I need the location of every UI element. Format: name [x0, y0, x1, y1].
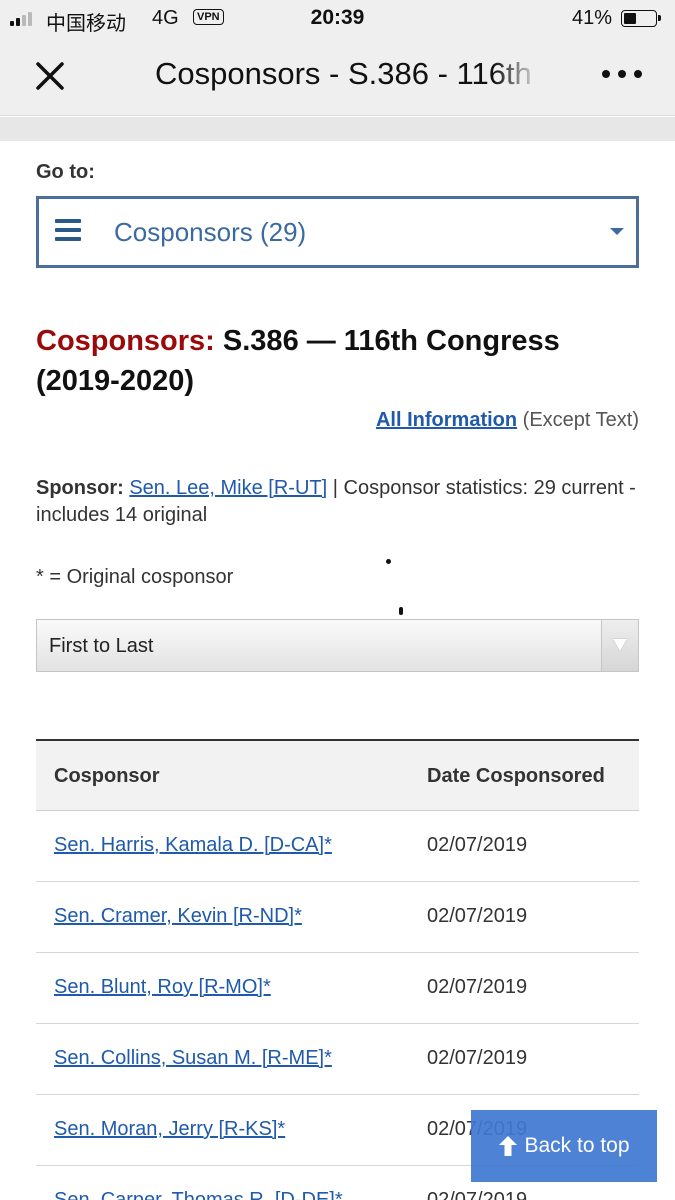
status-bar: 中国移动 4G VPN 20:39 41% — [0, 0, 675, 38]
back-to-top-label: Back to top — [524, 1134, 630, 1157]
all-information-suffix: (Except Text) — [522, 409, 639, 431]
cosponsor-link[interactable]: Sen. Collins, Susan M. [R-ME]* — [54, 1047, 332, 1070]
hamburger-icon — [55, 219, 81, 241]
sponsor-label: Sponsor: — [36, 477, 124, 499]
goto-dropdown[interactable]: Cosponsors (29) — [36, 196, 639, 268]
close-icon[interactable] — [28, 54, 72, 98]
goto-selected-value: Cosponsors (29) — [114, 217, 307, 247]
all-information: All Information (Except Text) — [376, 409, 639, 432]
table-header: Cosponsor Date Cosponsored — [36, 741, 639, 811]
battery-icon — [621, 10, 661, 27]
cosponsor-link[interactable]: Sen. Blunt, Roy [R-MO]* — [54, 976, 271, 999]
back-to-top-button[interactable]: Back to top — [471, 1110, 657, 1182]
sort-order-select[interactable]: First to Last — [36, 619, 639, 672]
divider — [0, 117, 675, 141]
chevron-down-icon — [610, 228, 624, 235]
cosponsor-link[interactable]: Sen. Carper, Thomas R. [D-DE]* — [54, 1189, 343, 1200]
all-information-link[interactable]: All Information — [376, 409, 517, 431]
sponsor-link[interactable]: Sen. Lee, Mike [R-UT] — [129, 477, 327, 499]
column-header-date: Date Cosponsored — [427, 765, 605, 787]
date-cosponsored: 02/07/2019 — [427, 1047, 528, 1069]
page-content: Go to: Cosponsors (29) Cosponsors: S.386… — [0, 141, 675, 1200]
cosponsor-link[interactable]: Sen. Cramer, Kevin [R-ND]* — [54, 905, 302, 928]
nav-bar: Cosponsors - S.386 - 116th Congress — [0, 38, 675, 116]
arrow-up-icon — [499, 1136, 518, 1156]
table-row: Sen. Blunt, Roy [R-MO]* 02/07/2019 — [36, 953, 639, 1024]
table-row: Sen. Cramer, Kevin [R-ND]* 02/07/2019 — [36, 882, 639, 953]
cosponsor-link[interactable]: Sen. Harris, Kamala D. [D-CA]* — [54, 834, 332, 857]
sort-selected-value: First to Last — [49, 635, 154, 657]
original-cosponsor-legend: * = Original cosponsor — [36, 566, 234, 588]
triangle-down-icon — [613, 639, 627, 651]
more-icon[interactable] — [602, 70, 642, 78]
cosponsor-link[interactable]: Sen. Moran, Jerry [R-KS]* — [54, 1118, 285, 1141]
sponsor-info: Sponsor: Sen. Lee, Mike [R-UT] | Cospons… — [36, 475, 636, 529]
sort-dropdown-button[interactable] — [601, 620, 638, 671]
date-cosponsored: 02/07/2019 — [427, 834, 528, 856]
date-cosponsored: 02/07/2019 — [427, 976, 528, 998]
page-heading: Cosponsors: S.386 — 116th Congress (2019… — [36, 321, 636, 401]
stray-mark — [386, 559, 391, 564]
page-title: Cosponsors - S.386 - 116th Congress — [155, 56, 540, 91]
table-row: Sen. Collins, Susan M. [R-ME]* 02/07/201… — [36, 1024, 639, 1095]
battery-percent: 41% — [572, 7, 613, 29]
goto-label: Go to: — [36, 161, 95, 183]
table-row: Sen. Harris, Kamala D. [D-CA]* 02/07/201… — [36, 811, 639, 882]
column-header-cosponsor: Cosponsor — [54, 765, 160, 787]
stray-mark — [399, 607, 403, 615]
date-cosponsored: 02/07/2019 — [427, 905, 528, 927]
heading-prefix: Cosponsors: — [36, 325, 215, 357]
cosponsor-statistics: | Cosponsor statistics: 29 current - inc… — [36, 477, 636, 526]
date-cosponsored: 02/07/2019 — [427, 1189, 528, 1200]
